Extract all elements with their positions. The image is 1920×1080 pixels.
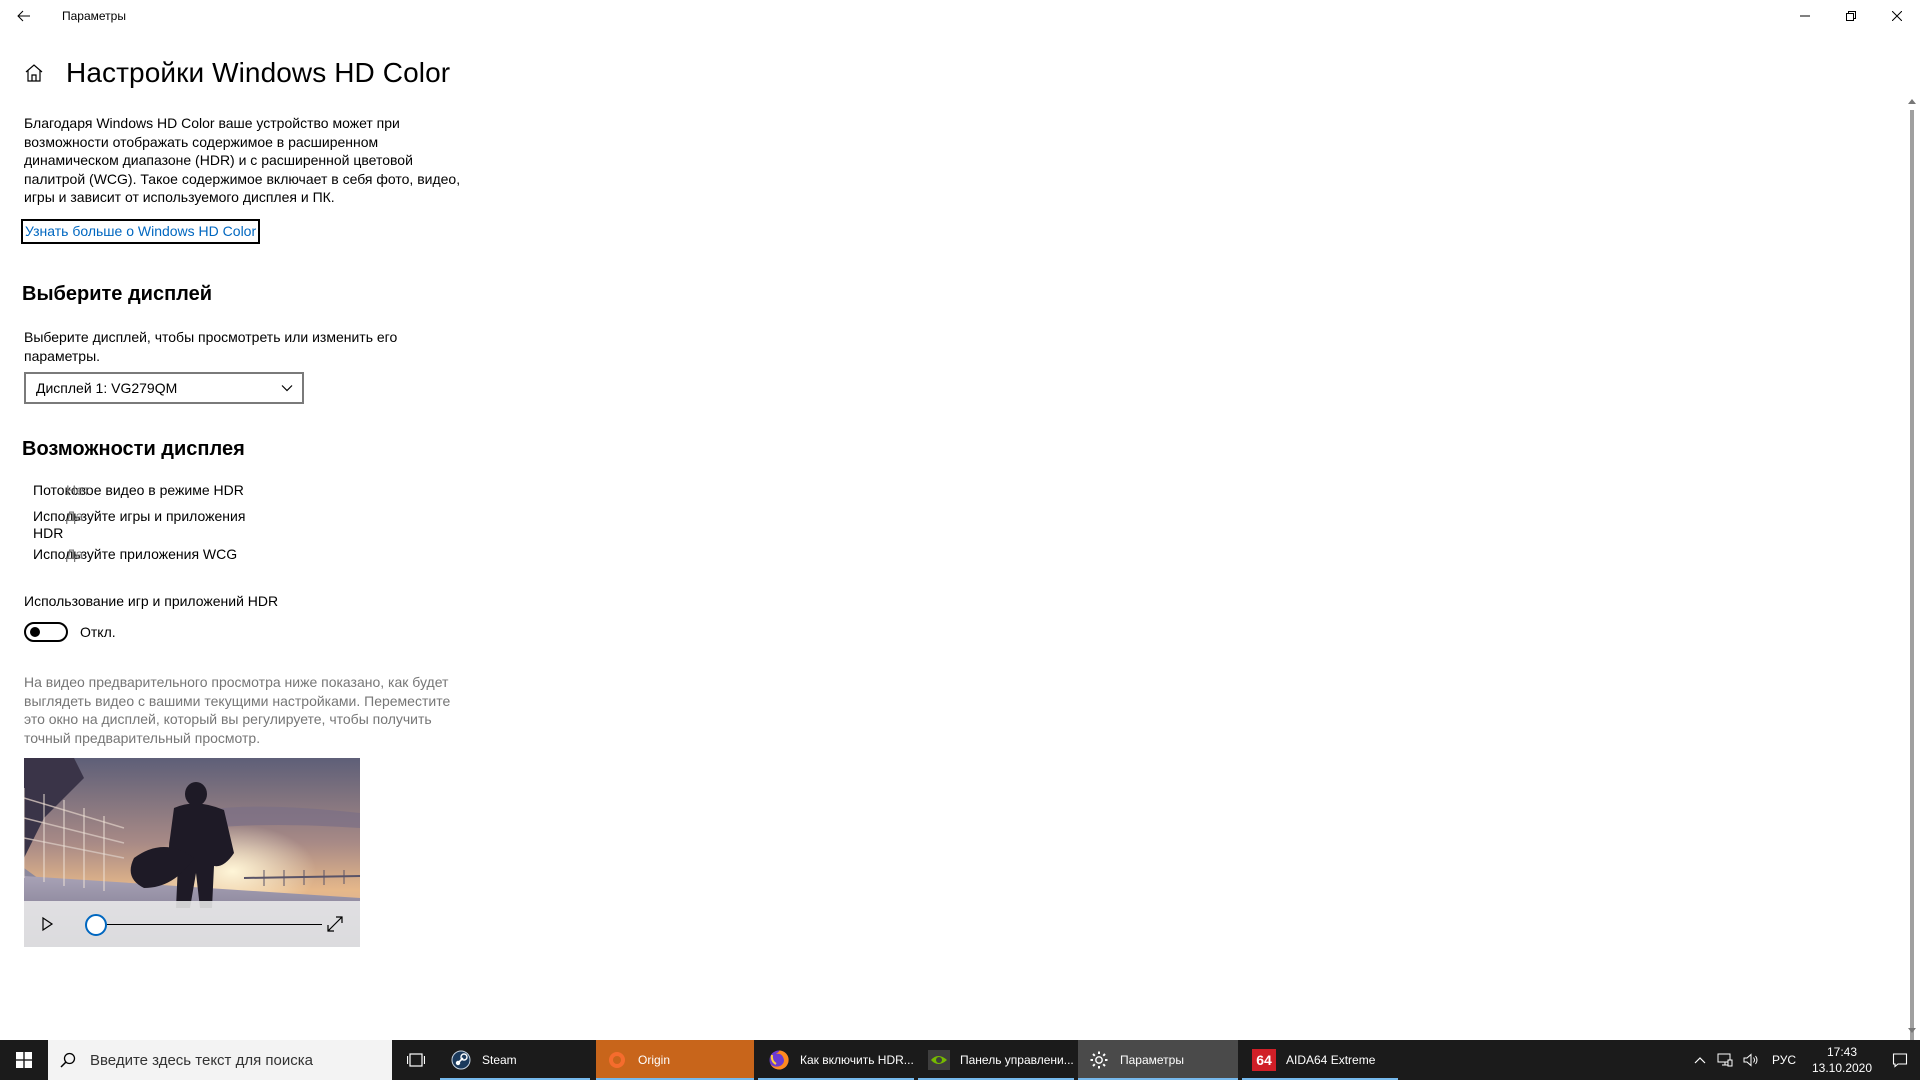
speaker-icon	[1743, 1053, 1758, 1067]
taskbar: Введите здесь текст для поиска Steam Ori…	[0, 1040, 1920, 1080]
taskbar-app-label: Steam	[482, 1053, 517, 1067]
learn-more-link[interactable]: Узнать больше о Windows HD Color	[21, 219, 261, 244]
nvidia-icon	[928, 1049, 950, 1071]
system-tray: РУС 17:43 13.10.2020	[1688, 1040, 1920, 1080]
capability-row: Используйте игры и приложения HDR Да	[33, 508, 273, 543]
network-icon	[1717, 1053, 1733, 1067]
video-controls	[24, 901, 360, 947]
hdr-toggle-state: Откл.	[80, 624, 116, 640]
restore-button[interactable]	[1828, 0, 1874, 32]
display-dropdown[interactable]: Дисплей 1: VG279QM	[24, 372, 304, 404]
close-icon	[1892, 11, 1902, 21]
select-display-description: Выберите дисплей, чтобы просмотреть или …	[24, 329, 398, 364]
capability-value: Да	[66, 507, 84, 524]
back-button[interactable]	[0, 0, 48, 32]
fullscreen-icon[interactable]	[326, 915, 344, 933]
aida64-icon-text: 64	[1256, 1052, 1272, 1068]
start-button[interactable]	[0, 1040, 48, 1080]
taskbar-app-nvidia[interactable]: Панель управлени...	[918, 1040, 1074, 1080]
toggle-knob	[30, 627, 40, 637]
select-display-heading: Выберите дисплей	[22, 283, 213, 305]
minimize-button[interactable]	[1782, 0, 1828, 32]
video-progress-track[interactable]	[96, 924, 322, 925]
clock-date: 13.10.2020	[1811, 1061, 1873, 1075]
task-view-button[interactable]	[392, 1040, 440, 1080]
task-view-icon	[407, 1053, 425, 1067]
notification-icon	[1892, 1053, 1908, 1068]
back-arrow-icon	[17, 10, 30, 22]
windows-logo-icon	[16, 1052, 32, 1068]
minimize-icon	[1800, 15, 1810, 17]
search-placeholder: Введите здесь текст для поиска	[90, 1051, 313, 1069]
capability-row: Потоковое видео в режиме HDR Нет	[33, 482, 273, 500]
page-title: Настройки Windows HD Color	[66, 57, 451, 88]
scroll-down-icon[interactable]	[1908, 1028, 1916, 1034]
show-hidden-icons-button[interactable]	[1688, 1040, 1712, 1080]
scroll-up-icon[interactable]	[1908, 98, 1916, 104]
title-bar: Параметры	[0, 0, 1920, 32]
aida64-icon: 64	[1252, 1049, 1276, 1071]
hdr-toggle-switch[interactable]	[24, 622, 68, 642]
preview-description: На видео предварительного просмотра ниже…	[24, 674, 451, 746]
page-header-area: Настройки Windows HD Color	[22, 50, 492, 96]
scrollbar-thumb[interactable]	[1910, 110, 1914, 1080]
network-button[interactable]	[1712, 1040, 1738, 1080]
chevron-up-icon	[1694, 1057, 1706, 1064]
settings-window: Параметры Настройки Windows HD Color Бла…	[0, 0, 1920, 1080]
capability-value: Нет	[66, 482, 90, 498]
capability-row: Используйте приложения WCG Да	[33, 546, 273, 564]
window-controls	[1782, 0, 1920, 32]
taskbar-app-label: AIDA64 Extreme	[1286, 1053, 1376, 1067]
taskbar-app-origin[interactable]: Origin	[596, 1040, 754, 1080]
vertical-scrollbar[interactable]	[1904, 94, 1920, 1080]
taskbar-app-firefox[interactable]: Как включить HDR...	[758, 1040, 914, 1080]
play-icon[interactable]	[38, 915, 56, 933]
taskbar-app-aida64[interactable]: 64 AIDA64 Extreme	[1242, 1040, 1398, 1080]
display-dropdown-value: Дисплей 1: VG279QM	[36, 380, 178, 396]
capabilities-heading: Возможности дисплея	[22, 438, 245, 460]
firefox-icon	[768, 1049, 790, 1071]
preview-video[interactable]	[24, 758, 360, 947]
intro-description: Благодаря Windows HD Color ваше устройст…	[24, 115, 461, 205]
taskbar-search[interactable]: Введите здесь текст для поиска	[48, 1040, 392, 1080]
clock-time: 17:43	[1826, 1045, 1858, 1059]
chevron-down-icon	[281, 385, 293, 392]
hdr-toggle-label: Использование игр и приложений HDR	[24, 593, 279, 609]
taskbar-app-steam[interactable]: Steam	[440, 1040, 590, 1080]
search-icon	[60, 1052, 76, 1068]
capabilities-table: Потоковое видео в режиме HDR Нет Использ…	[33, 482, 273, 567]
origin-icon	[606, 1049, 628, 1071]
gear-icon	[1088, 1049, 1110, 1071]
capability-value: Да	[66, 545, 84, 562]
action-center-button[interactable]	[1880, 1040, 1920, 1080]
taskbar-app-label: Как включить HDR...	[800, 1053, 914, 1067]
restore-icon	[1846, 11, 1856, 21]
volume-button[interactable]	[1738, 1040, 1764, 1080]
language-indicator[interactable]: РУС	[1764, 1040, 1804, 1080]
taskbar-app-label: Панель управлени...	[960, 1053, 1074, 1067]
taskbar-app-label: Origin	[638, 1053, 671, 1067]
taskbar-app-label: Параметры	[1120, 1053, 1184, 1067]
close-button[interactable]	[1874, 0, 1920, 32]
taskbar-app-settings[interactable]: Параметры	[1078, 1040, 1238, 1080]
video-progress-thumb[interactable]	[85, 914, 107, 936]
clock[interactable]: 17:43 13.10.2020	[1804, 1044, 1880, 1076]
window-title: Параметры	[62, 9, 126, 23]
home-icon[interactable]	[22, 61, 46, 85]
steam-icon	[450, 1049, 472, 1071]
